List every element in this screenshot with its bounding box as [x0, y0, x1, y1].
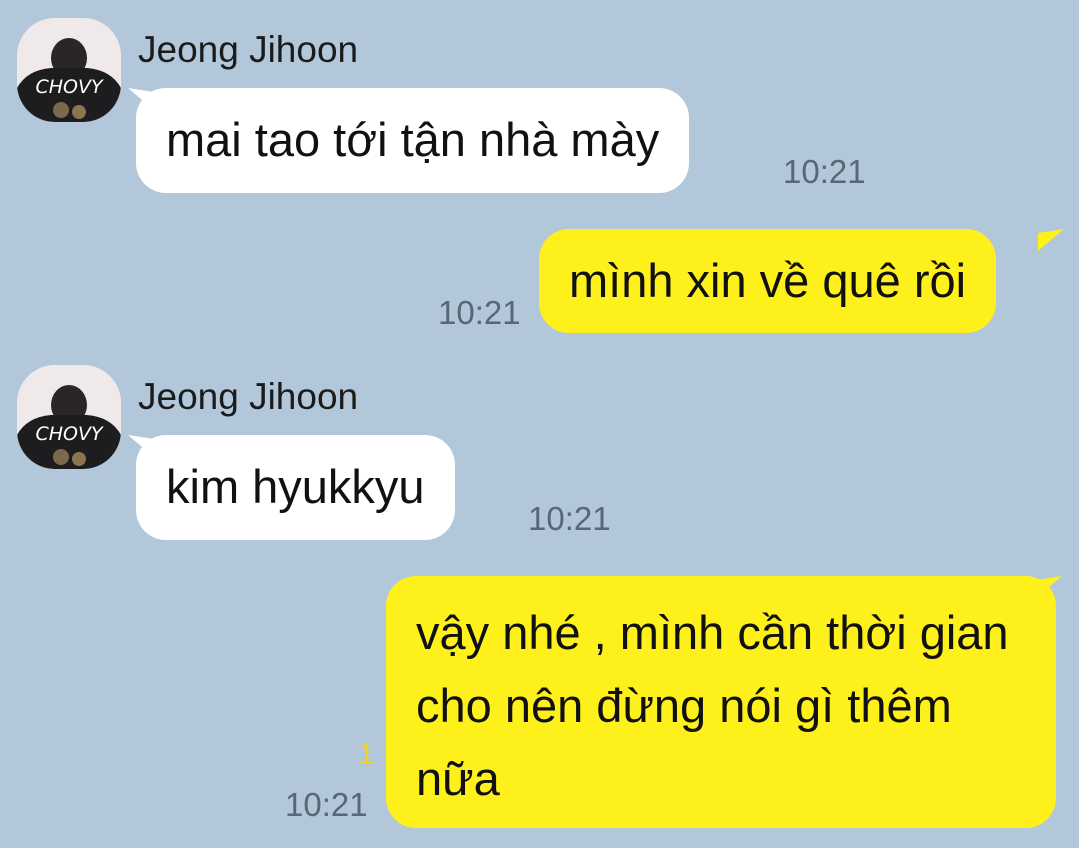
bubble-tail [1038, 229, 1064, 251]
message-text: vậy nhé , mình cần thời gian cho nên đừn… [416, 606, 1009, 805]
message-time: 10:21 [783, 153, 866, 190]
avatar-image: CHOVY [17, 18, 121, 122]
unread-count: 1 [358, 738, 375, 771]
profile-avatar[interactable]: CHOVY [17, 18, 121, 122]
chat-room: CHOVY Jeong Jihoon mai tao tới tận nhà m… [0, 0, 1079, 848]
message-text: mình xin về quê rồi [569, 254, 967, 307]
profile-avatar[interactable]: CHOVY [17, 365, 121, 469]
avatar-image: CHOVY [17, 365, 121, 469]
message-bubble-outgoing[interactable]: mình xin về quê rồi [539, 229, 997, 333]
avatar-shirt-text: CHOVY [35, 76, 104, 98]
avatar-shirt-text: CHOVY [35, 423, 104, 445]
sender-name: Jeong Jihoon [138, 376, 359, 417]
message-time: 10:21 [285, 786, 368, 823]
message-text: mai tao tới tận nhà mày [166, 113, 660, 166]
message-time: 10:21 [528, 500, 611, 537]
message-text: kim hyukkyu [166, 460, 425, 513]
message-bubble-incoming[interactable]: mai tao tới tận nhà mày [136, 88, 690, 193]
sender-name: Jeong Jihoon [138, 29, 359, 70]
message-time: 10:21 [438, 294, 521, 331]
bubble-tail [1036, 576, 1062, 598]
message-bubble-outgoing[interactable]: vậy nhé , mình cần thời gian cho nên đừn… [386, 576, 1056, 828]
message-bubble-incoming[interactable]: kim hyukkyu [136, 435, 455, 540]
